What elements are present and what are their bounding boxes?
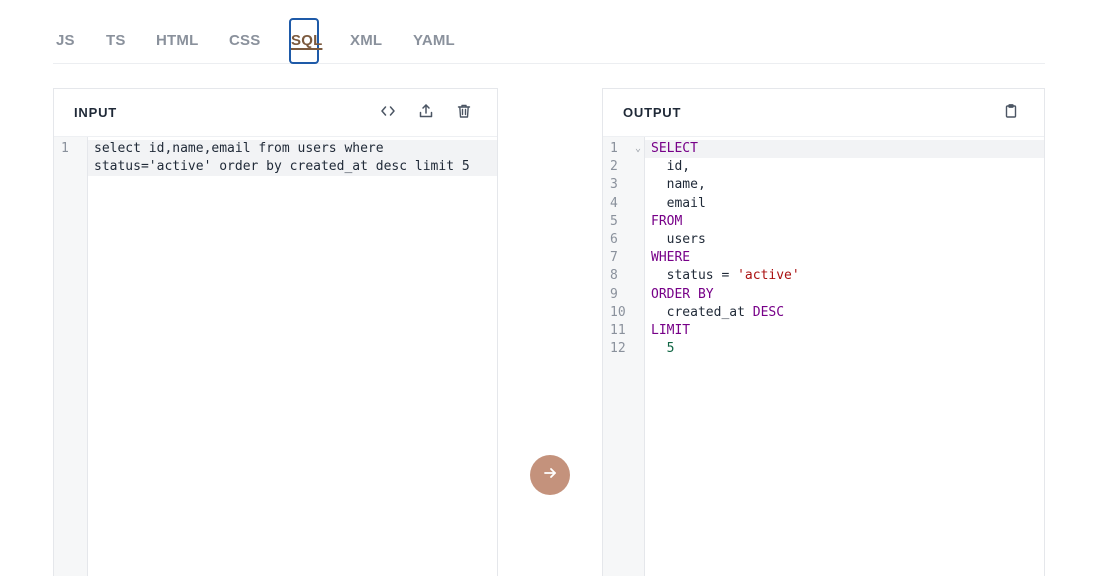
line-number: 2 [610,159,618,175]
line-number: 10 [610,304,626,320]
line-number: 5 [610,213,618,229]
code-token: name, [651,177,706,193]
arrow-right-icon [542,465,558,486]
output-line: users [645,231,1044,249]
line-number: 1 ⌄ [603,140,644,158]
upload-icon [418,103,434,124]
input-line-text: select id,name,email from users where [94,141,384,156]
line-number: 9 [610,286,618,302]
code-token: email [651,195,706,211]
input-code[interactable]: select id,name,email from users where st… [88,137,497,177]
code-token: FROM [651,213,683,229]
output-line: created_at DESC [645,304,1044,322]
output-line: id, [645,158,1044,176]
line-number: 1 [61,141,69,156]
code-token: 5 [666,341,675,357]
output-title: OUTPUT [623,105,682,120]
code-token: DESC [752,304,785,320]
output-panel-header: OUTPUT [603,89,1044,137]
input-panel: INPUT 1 select id,name,email from users … [53,88,498,576]
output-gutter: 1 ⌄ 2 3 4 5 6 7 8 9 10 11 12 [603,137,645,576]
output-line: LIMIT [645,322,1044,340]
line-number: 3 [610,177,618,193]
tab-js[interactable]: JS [56,18,75,64]
output-line: email [645,195,1044,213]
fold-chevron-icon[interactable]: ⌄ [635,140,641,158]
input-editor[interactable]: 1 select id,name,email from users where … [54,137,497,576]
code-token: status = [651,268,738,284]
code-token: 'active' [737,268,800,284]
code-token: LIMIT [651,322,691,338]
line-number: 8 [610,268,618,284]
input-title: INPUT [74,105,117,120]
tab-html[interactable]: HTML [156,18,198,64]
line-number: 12 [610,341,626,357]
output-line: SELECT [645,140,1044,158]
format-button[interactable] [378,103,398,123]
tab-yaml[interactable]: YAML [413,18,455,64]
output-panel: OUTPUT 1 ⌄ 2 3 4 5 6 7 8 9 10 11 12 SELE… [602,88,1045,576]
line-number: 11 [610,322,626,338]
code-token: users [651,231,706,247]
convert-button[interactable] [530,455,570,495]
output-line: FROM [645,213,1044,231]
output-code[interactable]: SELECT id, name, email FROM users WHERE st… [645,137,1044,358]
upload-button[interactable] [416,103,436,123]
code-token: WHERE [651,250,691,266]
clear-button[interactable] [454,103,474,123]
code-token: created_at [651,304,753,320]
input-panel-header: INPUT [54,89,497,137]
trash-icon [456,103,472,124]
output-editor[interactable]: 1 ⌄ 2 3 4 5 6 7 8 9 10 11 12 SELECT id, n… [603,137,1044,576]
code-token: id, [651,159,691,175]
copy-button[interactable] [1001,103,1021,123]
output-line: ORDER BY [645,286,1044,304]
tab-sql[interactable]: SQL [289,18,322,64]
tab-css[interactable]: CSS [229,18,260,64]
code-icon [380,103,396,124]
code-token: SELECT [651,141,698,156]
language-tabs: JS TS HTML CSS SQL XML YAML [53,18,1045,64]
input-line-text: status='active' order by created_at desc… [94,159,470,175]
output-line: 5 [645,340,1044,358]
line-number: 6 [610,231,618,247]
input-gutter: 1 [54,137,88,576]
line-number: 4 [610,195,618,211]
clipboard-icon [1003,103,1019,124]
output-line: name, [645,176,1044,194]
tab-xml[interactable]: XML [350,18,382,64]
tab-ts[interactable]: TS [106,18,126,64]
output-line: WHERE [645,249,1044,267]
line-number: 7 [610,250,618,266]
output-line: status = 'active' [645,267,1044,285]
code-token: ORDER BY [651,286,714,302]
